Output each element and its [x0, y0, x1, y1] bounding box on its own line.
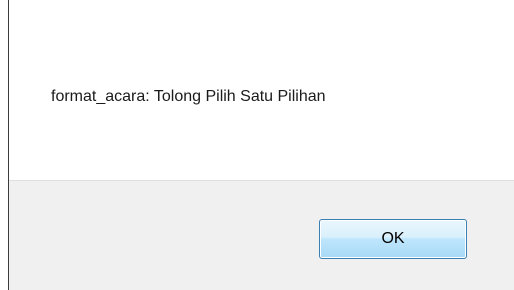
dialog-footer: OK	[9, 180, 514, 290]
alert-dialog: format_acara: Tolong Pilih Satu Pilihan …	[0, 0, 514, 290]
dialog-content: format_acara: Tolong Pilih Satu Pilihan	[9, 0, 514, 180]
ok-button[interactable]: OK	[319, 219, 467, 259]
dialog-message: format_acara: Tolong Pilih Satu Pilihan	[51, 88, 326, 105]
